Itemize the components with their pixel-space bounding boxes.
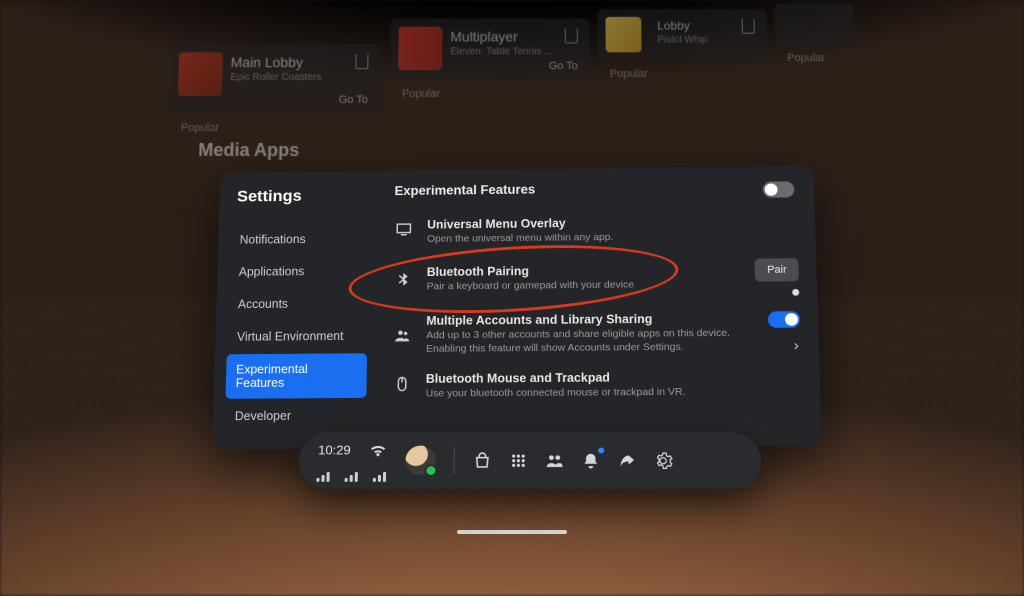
home-feed-background: Main Lobby Epic Roller Coasters Go To Po…	[167, 1, 873, 180]
sidebar-item-experimental-features[interactable]: Experimental Features	[225, 353, 367, 399]
setting-title: Multiple Accounts and Library Sharing	[426, 311, 756, 327]
chevron-right-icon[interactable]: ›	[793, 337, 800, 354]
wifi-icon[interactable]	[367, 439, 390, 460]
system-dock: 10:29	[298, 432, 762, 489]
signal-icon	[373, 470, 389, 482]
bookmark-icon[interactable]	[565, 29, 578, 44]
dock-separator	[454, 447, 455, 474]
settings-title: Settings	[237, 186, 379, 206]
people-icon	[391, 324, 415, 347]
accounts-toggle[interactable]	[768, 311, 800, 328]
setting-row-multiple-accounts[interactable]: Multiple Accounts and Library Sharing Ad…	[390, 303, 801, 364]
signal-icon	[345, 470, 361, 482]
card-tag: Popular	[181, 122, 219, 134]
notification-badge	[598, 448, 604, 454]
home-handle[interactable]	[457, 530, 567, 534]
settings-content: Experimental Features Universal Menu Ove…	[376, 166, 822, 449]
card-subtitle: Epic Roller Coasters	[230, 72, 368, 83]
card-subtitle: Pistol Whip	[657, 35, 755, 46]
monitor-icon	[392, 218, 416, 241]
card-tag: Popular	[787, 52, 825, 64]
sidebar-item-accounts[interactable]: Accounts	[228, 288, 368, 320]
setting-row-universal-menu[interactable]: Universal Menu Overlay Open the universa…	[392, 207, 798, 254]
feed-card[interactable]: Lobby Pistol Whip Popular	[597, 9, 767, 60]
settings-sidebar: Settings Notifications Applications Acco…	[212, 171, 379, 450]
bookmark-icon[interactable]	[742, 19, 755, 34]
settings-panel: Settings Notifications Applications Acco…	[212, 166, 822, 450]
card-title: Multiplayer	[450, 29, 577, 45]
share-icon[interactable]	[615, 450, 637, 472]
card-thumbnail	[398, 27, 442, 70]
setting-row-bluetooth-pairing[interactable]: Bluetooth Pairing Pair a keyboard or gam…	[391, 250, 799, 306]
card-title: Lobby	[657, 19, 755, 33]
setting-row-bluetooth-mouse[interactable]: Bluetooth Mouse and Trackpad Use your bl…	[390, 361, 803, 408]
people-icon[interactable]	[543, 450, 565, 472]
master-toggle[interactable]	[763, 181, 795, 197]
sidebar-item-applications[interactable]: Applications	[229, 256, 369, 288]
mouse-icon	[390, 372, 414, 396]
pair-button[interactable]: Pair	[755, 258, 799, 281]
dock-status-cluster: 10:29	[316, 439, 389, 481]
apps-grid-icon[interactable]	[507, 450, 529, 472]
setting-desc: Add up to 3 other accounts and share eli…	[426, 327, 757, 356]
go-to-button[interactable]: Go To	[339, 94, 368, 106]
user-avatar[interactable]	[405, 446, 436, 475]
bookmark-icon[interactable]	[355, 54, 368, 69]
setting-desc: Pair a keyboard or gamepad with your dev…	[427, 278, 744, 294]
section-heading: Media Apps	[198, 140, 299, 161]
section-title: Experimental Features	[394, 179, 796, 198]
sidebar-item-developer[interactable]: Developer	[225, 400, 367, 432]
setting-desc: Use your bluetooth connected mouse or tr…	[426, 385, 803, 401]
signal-icon	[316, 470, 332, 482]
feed-card[interactable]: Popular	[774, 3, 855, 48]
card-thumbnail	[605, 17, 641, 52]
setting-title: Bluetooth Pairing	[427, 263, 744, 279]
sidebar-item-notifications[interactable]: Notifications	[230, 224, 369, 256]
setting-desc: Open the universal menu within any app.	[427, 230, 798, 247]
card-subtitle: Eleven: Table Tennis ...	[450, 46, 578, 57]
setting-title: Bluetooth Mouse and Trackpad	[426, 369, 802, 385]
go-to-button[interactable]: Go To	[549, 60, 578, 72]
sidebar-item-virtual-environment[interactable]: Virtual Environment	[227, 321, 368, 353]
card-title: Main Lobby	[231, 54, 369, 70]
settings-gear-icon[interactable]	[651, 450, 674, 472]
notifications-icon[interactable]	[579, 450, 601, 472]
status-dot	[792, 289, 799, 296]
card-tag: Popular	[610, 68, 648, 80]
feed-card[interactable]: Main Lobby Epic Roller Coasters Go To Po…	[169, 44, 380, 113]
feed-card[interactable]: Multiplayer Eleven: Table Tennis ... Go …	[390, 19, 590, 80]
card-tag: Popular	[402, 88, 440, 100]
card-thumbnail	[178, 52, 223, 96]
bluetooth-icon	[391, 269, 415, 292]
store-icon[interactable]	[471, 450, 493, 472]
setting-title: Universal Menu Overlay	[427, 214, 797, 231]
clock: 10:29	[318, 443, 351, 458]
